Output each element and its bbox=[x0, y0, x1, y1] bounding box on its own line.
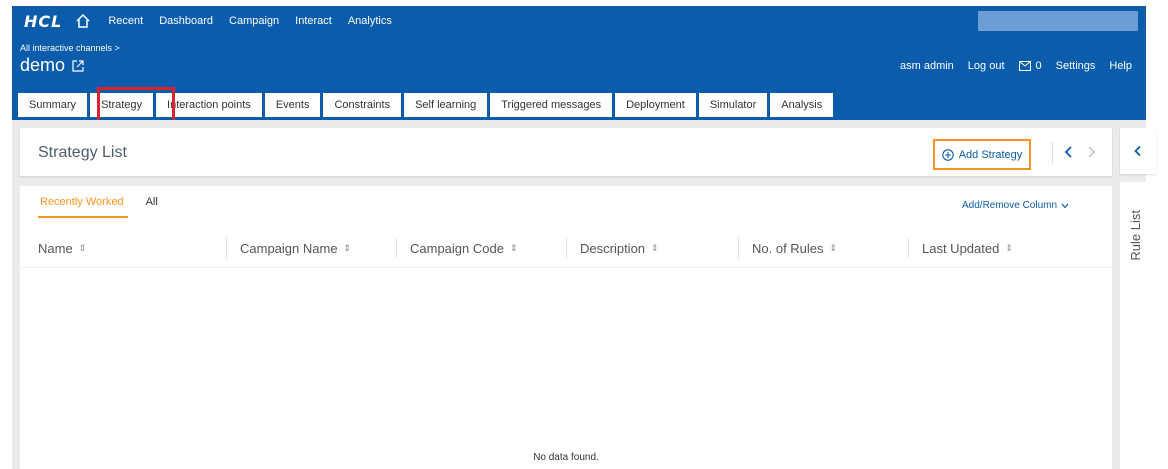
tab-summary[interactable]: Summary bbox=[18, 93, 88, 117]
add-circle-icon bbox=[941, 148, 954, 161]
column-label: Campaign Name bbox=[240, 240, 338, 256]
sort-icon[interactable]: ⇕ bbox=[1005, 243, 1013, 254]
mail-count: 0 bbox=[1035, 60, 1042, 72]
user-actions: asm admin Log out 0 Settings Help bbox=[886, 60, 1132, 72]
sub-tab-recently-worked[interactable]: Recently Worked bbox=[38, 196, 128, 218]
sort-icon[interactable]: ⇕ bbox=[510, 243, 518, 254]
side-panel-toggle[interactable] bbox=[1120, 128, 1156, 174]
tab-bar: Summary Strategy Interaction points Even… bbox=[18, 93, 836, 117]
user-name[interactable]: asm admin bbox=[900, 60, 954, 72]
tab-events[interactable]: Events bbox=[264, 93, 321, 117]
tab-strategy[interactable]: Strategy bbox=[90, 93, 154, 117]
column-label: No. of Rules bbox=[752, 240, 824, 256]
column-label: Name bbox=[38, 240, 73, 256]
tab-triggered-messages[interactable]: Triggered messages bbox=[490, 93, 613, 117]
column-label: Last Updated bbox=[922, 240, 1000, 256]
column-last-updated[interactable]: Last Updated ⇕ bbox=[908, 228, 1112, 268]
sort-icon[interactable]: ⇕ bbox=[651, 243, 659, 254]
nav-analytics[interactable]: Analytics bbox=[348, 15, 392, 27]
divider bbox=[1052, 142, 1053, 164]
nav-recent[interactable]: Recent bbox=[108, 15, 143, 27]
column-divider bbox=[908, 238, 909, 258]
column-label: Campaign Code bbox=[410, 240, 504, 256]
sub-tabs: Recently Worked All bbox=[38, 196, 176, 218]
tab-constraints[interactable]: Constraints bbox=[323, 93, 402, 117]
add-strategy-label: Add Strategy bbox=[958, 148, 1023, 161]
list-body: Recently Worked All Add/Remove Column Na… bbox=[20, 186, 1112, 469]
chevron-left-icon[interactable] bbox=[1064, 145, 1076, 161]
column-divider bbox=[738, 238, 739, 258]
tab-deployment[interactable]: Deployment bbox=[615, 93, 696, 117]
home-icon[interactable] bbox=[74, 12, 92, 30]
help-link[interactable]: Help bbox=[1109, 60, 1132, 72]
strategy-list-panel: Strategy List Add Strategy Recently Work… bbox=[20, 128, 1112, 469]
add-remove-column-button[interactable]: Add/Remove Column bbox=[962, 200, 1069, 211]
column-name[interactable]: Name ⇕ bbox=[20, 228, 226, 268]
content-area: Strategy List Add Strategy Recently Work… bbox=[12, 120, 1146, 469]
tab-interaction-points[interactable]: Interaction points bbox=[156, 93, 262, 117]
breadcrumb[interactable]: All interactive channels > bbox=[20, 43, 120, 53]
list-title: Strategy List bbox=[38, 144, 127, 161]
tab-analysis[interactable]: Analysis bbox=[770, 93, 834, 117]
tab-self-learning[interactable]: Self learning bbox=[404, 93, 488, 117]
table-header: Name ⇕ Campaign Name ⇕ Campaign Code ⇕ D… bbox=[20, 228, 1112, 268]
sort-icon[interactable]: ⇕ bbox=[79, 243, 87, 254]
column-divider bbox=[396, 238, 397, 258]
tab-simulator[interactable]: Simulator bbox=[698, 93, 768, 117]
hcl-logo[interactable]: HCL bbox=[24, 12, 62, 31]
search-input[interactable] bbox=[978, 11, 1138, 31]
nav-interact[interactable]: Interact bbox=[295, 15, 332, 27]
column-description[interactable]: Description ⇕ bbox=[566, 228, 738, 268]
nav-dashboard[interactable]: Dashboard bbox=[159, 15, 213, 27]
sort-icon[interactable]: ⇕ bbox=[830, 243, 838, 254]
column-campaign-name[interactable]: Campaign Name ⇕ bbox=[226, 228, 396, 268]
sub-tab-all[interactable]: All bbox=[146, 196, 158, 218]
add-remove-column-label: Add/Remove Column bbox=[962, 200, 1058, 211]
top-nav-bar: HCL Recent Dashboard Campaign Interact A… bbox=[12, 6, 1146, 36]
empty-state-message: No data found. bbox=[533, 452, 599, 463]
column-campaign-code[interactable]: Campaign Code ⇕ bbox=[396, 228, 566, 268]
mail-icon bbox=[1018, 61, 1031, 71]
list-header: Strategy List Add Strategy bbox=[20, 128, 1112, 176]
sort-icon[interactable]: ⇕ bbox=[344, 243, 352, 254]
page-title: demo bbox=[20, 55, 66, 75]
add-strategy-button[interactable]: Add Strategy bbox=[933, 139, 1031, 170]
column-no-of-rules[interactable]: No. of Rules ⇕ bbox=[738, 228, 908, 268]
nav-campaign[interactable]: Campaign bbox=[229, 15, 279, 27]
page-title-row: demo bbox=[20, 55, 85, 76]
column-label: Description bbox=[580, 240, 646, 256]
chevron-left-icon bbox=[1134, 145, 1141, 157]
chevron-right-icon[interactable] bbox=[1086, 145, 1098, 161]
chevron-down-icon bbox=[1061, 203, 1069, 208]
column-divider bbox=[566, 238, 567, 258]
external-link-icon[interactable] bbox=[71, 59, 85, 73]
mail-button[interactable]: 0 bbox=[1018, 60, 1042, 72]
rule-list-label[interactable]: Rule List bbox=[1128, 210, 1143, 261]
page-header: All interactive channels > demo asm admi… bbox=[12, 36, 1146, 120]
settings-link[interactable]: Settings bbox=[1056, 60, 1096, 72]
column-divider bbox=[226, 238, 227, 258]
logout-link[interactable]: Log out bbox=[968, 60, 1005, 72]
